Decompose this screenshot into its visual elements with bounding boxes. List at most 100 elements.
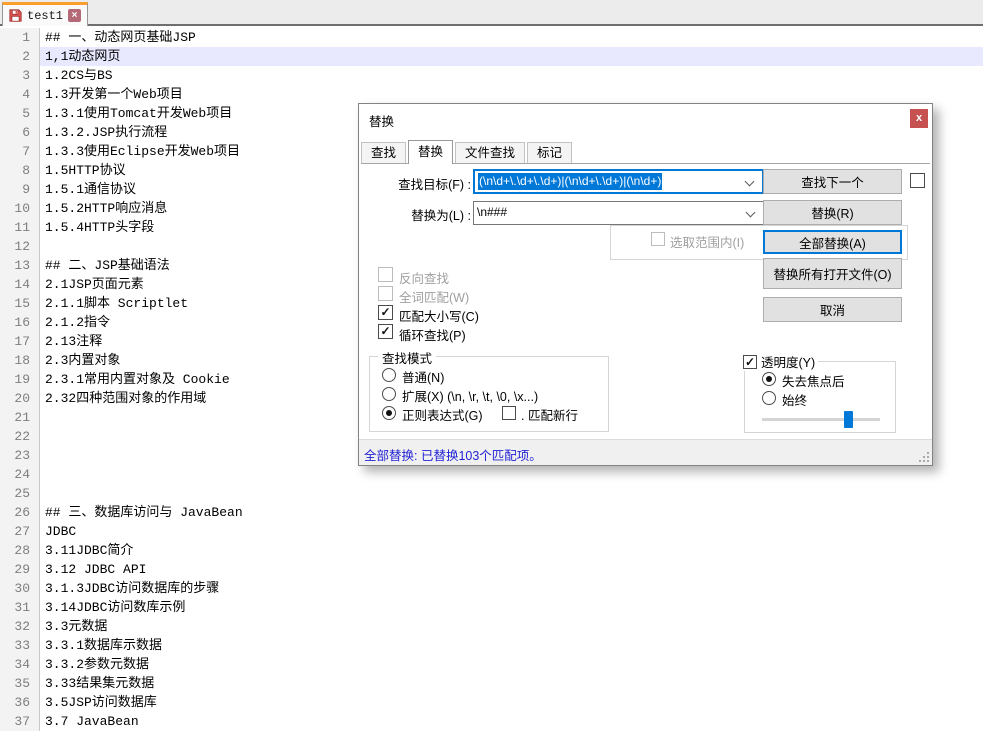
transparency-always-radio[interactable] xyxy=(762,391,776,405)
editor-line[interactable]: 33 3.3.1数据库示数据 xyxy=(0,636,983,655)
line-number: 5 xyxy=(0,104,40,123)
editor-line[interactable]: 24 xyxy=(0,465,983,484)
line-text[interactable] xyxy=(40,484,983,503)
line-text[interactable]: 3.12 JDBC API xyxy=(40,560,983,579)
editor-line[interactable]: 31 3.14JDBC访问数库示例 xyxy=(0,598,983,617)
search-mode-group: 查找模式 普通(N) 扩展(X) (\n, \r, \t, \0, \x...)… xyxy=(369,348,609,432)
line-number: 34 xyxy=(0,655,40,674)
chevron-down-icon[interactable] xyxy=(745,207,756,218)
line-number: 10 xyxy=(0,199,40,218)
line-number: 27 xyxy=(0,522,40,541)
find-target-combobox[interactable]: (\n\d+\.\d+\.\d+)|(\n\d+\.\d+)|(\n\d+) xyxy=(473,169,764,194)
match-case-checkbox[interactable]: ✓ xyxy=(378,305,393,320)
editor-line[interactable]: 3 1.2CS与BS xyxy=(0,66,983,85)
transparency-toggle: ✓ 透明度(Y) xyxy=(740,352,819,371)
editor-line[interactable]: 34 3.3.2参数元数据 xyxy=(0,655,983,674)
editor-line[interactable]: 30 3.1.3JDBC访问数据库的步骤 xyxy=(0,579,983,598)
cancel-button[interactable]: 取消 xyxy=(763,297,902,322)
tab-replace[interactable]: 替换 xyxy=(408,140,454,164)
line-text[interactable]: 3.5JSP访问数据库 xyxy=(40,693,983,712)
dot-matches-newline-label: . 匹配新行 xyxy=(521,409,578,423)
line-text[interactable]: 3.3元数据 xyxy=(40,617,983,636)
radio-dot xyxy=(386,410,392,416)
editor-line[interactable]: 27 JDBC xyxy=(0,522,983,541)
line-number: 14 xyxy=(0,275,40,294)
line-number: 19 xyxy=(0,370,40,389)
line-text[interactable]: 3.3.1数据库示数据 xyxy=(40,636,983,655)
tab-find-in-files[interactable]: 文件查找 xyxy=(455,142,526,163)
editor-line[interactable]: 2 1,1动态网页 xyxy=(0,47,983,66)
editor-line[interactable]: 32 3.3元数据 xyxy=(0,617,983,636)
find-direction-checkbox[interactable] xyxy=(910,173,925,188)
mode-regex-label: 正则表达式(G) xyxy=(402,409,483,423)
editor-line[interactable]: 26 ## 三、数据库访问与 JavaBean xyxy=(0,503,983,522)
notepad-plus-plus-window: test1 × 1 ## 一、动态网页基础JSP 2 1,1动态网页 3 1.2CS与BS… xyxy=(0,0,983,732)
tab-mark[interactable]: 标记 xyxy=(527,142,573,163)
line-number: 7 xyxy=(0,142,40,161)
in-selection-label: 选取范围内(I) xyxy=(670,236,745,250)
tab-find[interactable]: 查找 xyxy=(361,142,407,163)
document-tab-bar: test1 × xyxy=(0,0,983,26)
wrap-around-checkbox[interactable]: ✓ xyxy=(378,324,393,339)
resize-grip[interactable] xyxy=(919,452,929,462)
editor-line[interactable]: 29 3.12 JDBC API xyxy=(0,560,983,579)
line-number: 1 xyxy=(0,28,40,47)
line-text[interactable]: 1,1动态网页 xyxy=(40,47,983,66)
whole-word-checkbox xyxy=(378,286,393,301)
line-text[interactable] xyxy=(40,465,983,484)
line-number: 18 xyxy=(0,351,40,370)
editor-line[interactable]: 37 3.7 JavaBean xyxy=(0,712,983,731)
editor-line[interactable]: 28 3.11JDBC简介 xyxy=(0,541,983,560)
in-selection-checkbox xyxy=(651,232,665,246)
chevron-down-icon[interactable] xyxy=(744,176,755,187)
line-number: 12 xyxy=(0,237,40,256)
line-text[interactable]: 1.3开发第一个Web项目 xyxy=(40,85,983,104)
replace-button[interactable]: 替换(R) xyxy=(763,200,902,225)
mode-normal-radio[interactable] xyxy=(382,368,396,382)
mode-extended-radio[interactable] xyxy=(382,387,396,401)
replace-all-button[interactable]: 全部替换(A) xyxy=(763,230,902,254)
editor-line[interactable]: 25 xyxy=(0,484,983,503)
document-tab-test1[interactable]: test1 × xyxy=(2,2,89,26)
editor-line[interactable]: 4 1.3开发第一个Web项目 xyxy=(0,85,983,104)
dialog-close-icon[interactable]: x xyxy=(910,109,928,128)
line-number: 22 xyxy=(0,427,40,446)
editor-line[interactable]: 35 3.33结果集元数据 xyxy=(0,674,983,693)
mode-regex-radio[interactable] xyxy=(382,406,396,420)
line-number: 11 xyxy=(0,218,40,237)
line-number: 36 xyxy=(0,693,40,712)
transparency-checkbox[interactable]: ✓ xyxy=(743,354,757,369)
line-text[interactable]: ## 一、动态网页基础JSP xyxy=(40,28,983,47)
line-number: 25 xyxy=(0,484,40,503)
transparency-slider-track[interactable] xyxy=(762,418,880,421)
mode-extended-label: 扩展(X) (\n, \r, \t, \0, \x...) xyxy=(402,390,539,404)
line-text[interactable]: 3.7 JavaBean xyxy=(40,712,983,731)
transparency-slider-thumb[interactable] xyxy=(844,411,853,428)
replace-with-value: \n### xyxy=(477,205,508,219)
transparency-title: 透明度(Y) xyxy=(761,356,816,370)
line-number: 30 xyxy=(0,579,40,598)
tab-close-icon[interactable]: × xyxy=(68,9,82,22)
replace-all-open-docs-button[interactable]: 替换所有打开文件(O) xyxy=(763,258,902,289)
line-number: 2 xyxy=(0,47,40,66)
backward-checkbox xyxy=(378,267,393,282)
replace-with-label: 替换为(L) : xyxy=(411,209,471,223)
dot-matches-newline-checkbox[interactable] xyxy=(502,406,516,420)
editor-line[interactable]: 1 ## 一、动态网页基础JSP xyxy=(0,28,983,47)
line-text[interactable]: 3.1.3JDBC访问数据库的步骤 xyxy=(40,579,983,598)
line-number: 37 xyxy=(0,712,40,731)
line-number: 20 xyxy=(0,389,40,408)
transparency-on-focus-loss-radio[interactable] xyxy=(762,372,776,386)
line-text[interactable]: JDBC xyxy=(40,522,983,541)
line-number: 21 xyxy=(0,408,40,427)
line-text[interactable]: 3.11JDBC简介 xyxy=(40,541,983,560)
find-next-button[interactable]: 查找下一个 xyxy=(763,169,902,194)
line-text[interactable]: 1.2CS与BS xyxy=(40,66,983,85)
line-text[interactable]: 3.3.2参数元数据 xyxy=(40,655,983,674)
line-text[interactable]: ## 三、数据库访问与 JavaBean xyxy=(40,503,983,522)
replace-with-combobox[interactable]: \n### xyxy=(473,201,764,225)
line-text[interactable]: 3.14JDBC访问数库示例 xyxy=(40,598,983,617)
editor-line[interactable]: 36 3.5JSP访问数据库 xyxy=(0,693,983,712)
line-number: 15 xyxy=(0,294,40,313)
line-text[interactable]: 3.33结果集元数据 xyxy=(40,674,983,693)
